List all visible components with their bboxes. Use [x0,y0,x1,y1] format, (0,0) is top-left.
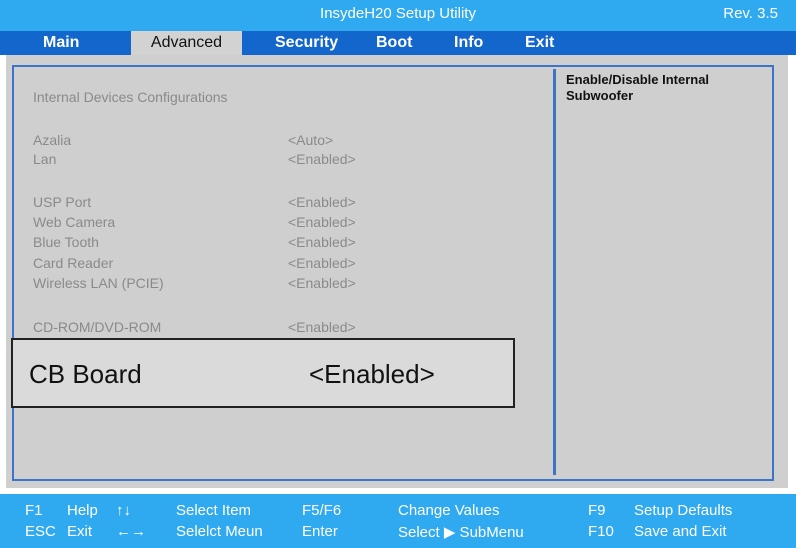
setting-value-card-reader[interactable]: <Enabled> [288,255,356,271]
help-divider [553,69,556,475]
setting-label-blue-tooth[interactable]: Blue Tooth [33,234,99,250]
settings-panel: Internal Devices Configurations Azalia <… [6,55,788,488]
utility-title: InsydeH20 Setup Utility [320,5,476,22]
setting-value-blue-tooth[interactable]: <Enabled> [288,234,356,250]
setting-label-wireless-lan[interactable]: Wireless LAN (PCIE) [33,275,164,291]
key-esc-desc: Exit [67,523,93,540]
setting-value-usp-port[interactable]: <Enabled> [288,194,356,210]
setting-value-web-camera[interactable]: <Enabled> [288,214,356,230]
key-f9-desc: Setup Defaults [634,502,733,519]
menu-boot[interactable]: Boot [376,31,412,55]
bios-setup-screen: InsydeH20 Setup Utility Rev. 3.5 Main Ad… [0,0,796,548]
key-enter: Enter [302,523,338,540]
setting-label-lan[interactable]: Lan [33,151,56,167]
title-bar: InsydeH20 Setup Utility Rev. 3.5 [0,0,796,31]
help-text: Enable/Disable Internal Subwoofer [566,72,710,103]
key-left-right-desc: Selelct Meun [176,523,263,540]
setting-label-azalia[interactable]: Azalia [33,132,71,148]
menu-bar: Main Advanced Security Boot Info Exit [0,31,796,55]
menu-advanced[interactable]: Advanced [131,31,242,55]
key-left-right-arrows: ←→ [116,523,146,540]
setting-label-usp-port[interactable]: USP Port [33,194,91,210]
revision-label: Rev. 3.5 [723,5,778,22]
setting-label-cb-board[interactable]: CB Board [29,359,142,390]
menu-exit[interactable]: Exit [525,31,554,55]
highlighted-setting-row[interactable]: CB Board <Enabled> [11,338,515,408]
key-esc: ESC [25,523,56,540]
menu-security[interactable]: Security [275,31,338,55]
setting-value-cd-rom[interactable]: <Enabled> [288,319,356,335]
key-up-down-desc: Select Item [176,502,252,519]
key-f10-desc: Save and Exit [634,523,727,540]
setting-value-lan[interactable]: <Enabled> [288,151,356,167]
setting-label-cd-rom[interactable]: CD-ROM/DVD-ROM [33,319,161,335]
setting-value-azalia[interactable]: <Auto> [288,132,333,148]
key-f5-f6-desc: Change Values [398,502,500,519]
key-legend-footer: F1 Help ↑↓ Select Item F5/F6 Change Valu… [0,494,796,548]
key-f9: F9 [588,502,606,519]
key-f1-desc: Help [67,502,98,519]
setting-label-web-camera[interactable]: Web Camera [33,214,115,230]
setting-value-wireless-lan[interactable]: <Enabled> [288,275,356,291]
panel-frame [12,65,774,481]
setting-value-cb-board[interactable]: <Enabled> [309,359,435,390]
key-f1: F1 [25,502,43,519]
menu-info[interactable]: Info [454,31,483,55]
setting-label-card-reader[interactable]: Card Reader [33,255,113,271]
key-f10: F10 [588,523,614,540]
key-up-down-arrows: ↑↓ [116,502,131,519]
key-enter-desc: Select ▶ SubMenu [398,524,524,541]
key-f5-f6: F5/F6 [302,502,342,519]
menu-main[interactable]: Main [43,31,79,55]
section-title: Internal Devices Configurations [33,89,228,105]
